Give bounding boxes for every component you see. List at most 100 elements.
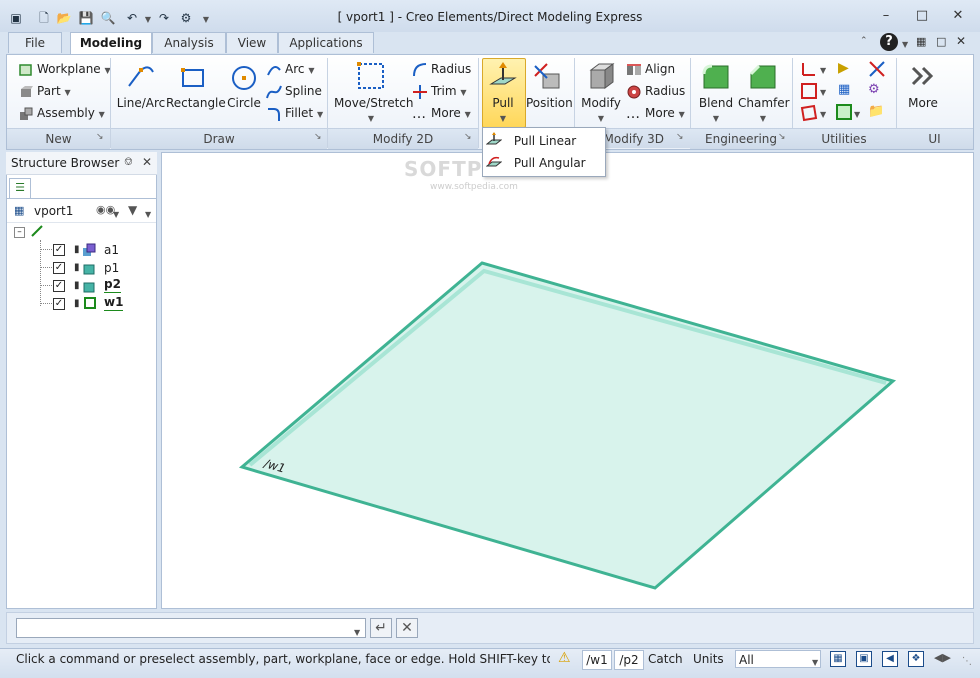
maximize-doc-icon[interactable]: □ [936, 35, 946, 48]
help-dropdown-icon[interactable]: ▼ [902, 36, 908, 50]
tree-item-a1[interactable]: ✓ ▮ a1 [40, 241, 150, 259]
position-button[interactable]: Position [526, 60, 573, 110]
restore-doc-icon[interactable]: ▦ [916, 35, 926, 48]
workplane-button[interactable]: Workplane ▼ [18, 59, 111, 79]
ribbon-collapse-icon[interactable]: ⌃ [860, 36, 868, 46]
resize-grip-icon[interactable]: ⋱ [962, 656, 972, 667]
line-arc-button[interactable]: Line/Arc [116, 60, 166, 110]
fillet-icon [266, 106, 282, 122]
tree-collapse-icon[interactable]: – [14, 227, 25, 238]
command-enter-button[interactable]: ↵ [370, 618, 392, 638]
visibility-checkbox[interactable]: ✓ [53, 280, 65, 292]
tab-view[interactable]: View [226, 32, 278, 53]
minimize-button[interactable]: – [876, 8, 896, 24]
utility-measure-icon[interactable] [868, 60, 886, 78]
trim-button[interactable]: Trim ▼ [412, 81, 467, 101]
close-doc-icon[interactable]: ✕ [956, 34, 966, 48]
catch-button[interactable]: Catch [648, 650, 683, 668]
more-3d-button[interactable]: … More ▼ [626, 103, 685, 123]
radius-2d-button[interactable]: Radius [412, 59, 471, 79]
active-workplane[interactable]: /w1 [582, 650, 612, 670]
command-history-dropdown-icon[interactable]: ▼ [354, 624, 360, 638]
utility-point-dropdown-icon[interactable]: ▼ [820, 62, 826, 76]
new-launcher-icon[interactable]: ↘ [96, 132, 104, 142]
utility-face-dropdown-icon[interactable]: ▼ [820, 106, 826, 120]
pull-button[interactable]: Pull ▼ [482, 60, 524, 124]
move-stretch-button[interactable]: Move/Stretch ▼ [334, 60, 414, 124]
menu-item-pull-linear[interactable]: Pull Linear [485, 130, 600, 152]
tab-applications[interactable]: Applications [278, 32, 374, 53]
blend-button[interactable]: Blend ▼ [696, 60, 736, 124]
engineering-launcher-icon[interactable]: ↘ [778, 132, 786, 142]
radius-3d-button[interactable]: Radius [626, 81, 685, 101]
utility-workplane-dropdown-icon[interactable]: ▼ [854, 106, 860, 120]
rectangle-button[interactable]: Rectangle [166, 60, 226, 110]
pin-icon[interactable]: ⎊ [124, 155, 133, 169]
units-button[interactable]: Units [693, 650, 724, 668]
active-part[interactable]: /p2 [614, 650, 644, 670]
utility-settings-icon[interactable]: ⚙ [868, 82, 886, 100]
graphics-viewport[interactable]: /w1 [161, 152, 974, 609]
tab-file[interactable]: File [8, 32, 62, 53]
spline-button[interactable]: Spline [266, 81, 322, 101]
modify-3d-launcher-icon[interactable]: ↘ [676, 132, 684, 142]
group-label-utilities: Utilities [792, 128, 896, 149]
menu-item-pull-angular[interactable]: Pull Angular [485, 152, 600, 174]
modify-2d-launcher-icon[interactable]: ↘ [464, 132, 472, 142]
filter-icon[interactable]: ▼ [128, 203, 137, 217]
utility-folder-icon[interactable]: 📁 [868, 104, 886, 122]
visibility-checkbox[interactable]: ✓ [53, 298, 65, 310]
utility-select-icon[interactable]: ▶ [838, 60, 856, 78]
visibility-checkbox[interactable]: ✓ [53, 262, 65, 274]
tree-item-p2[interactable]: ✓ ▮ p2 [40, 277, 150, 295]
view-back-icon[interactable]: ◀ [882, 651, 898, 667]
structure-tree-tab-icon[interactable]: ☰ [9, 178, 31, 198]
command-input[interactable] [16, 618, 366, 638]
utility-layout-dropdown-icon[interactable]: ▼ [820, 84, 826, 98]
utility-point-icon[interactable] [800, 60, 818, 78]
move-stretch-icon [357, 62, 384, 89]
warning-icon[interactable]: ⚠ [558, 650, 571, 666]
circle-button[interactable]: Circle [224, 60, 264, 110]
command-cancel-button[interactable]: ✕ [396, 618, 418, 638]
modify-3d-icon [589, 63, 615, 89]
part-button[interactable]: Part ▼ [18, 81, 71, 101]
tab-analysis[interactable]: Analysis [152, 32, 226, 53]
utility-face-icon[interactable] [800, 104, 818, 122]
maximize-button[interactable]: □ [912, 8, 932, 24]
chamfer-button[interactable]: Chamfer ▼ [738, 60, 790, 124]
utility-workplane-icon[interactable] [836, 104, 852, 120]
viewport-name[interactable]: vport1 [34, 204, 73, 218]
lock-icon: ▮ [74, 244, 80, 255]
ui-more-button[interactable]: More [900, 60, 946, 110]
arc-button[interactable]: Arc ▼ [266, 59, 314, 79]
utility-grid-icon[interactable]: ▦ [838, 82, 856, 100]
status-message: Click a command or preselect assembly, p… [16, 652, 550, 666]
more-dots-icon: … [412, 105, 426, 122]
selection-filter-select[interactable]: All [735, 650, 821, 668]
view-single-icon[interactable]: ▦ [830, 651, 846, 667]
filter-dropdown-icon[interactable]: ▼ [812, 654, 818, 668]
fillet-button[interactable]: Fillet ▼ [266, 103, 323, 123]
view-fit-icon[interactable]: ▣ [856, 651, 872, 667]
assembly-button[interactable]: Assembly ▼ [18, 103, 105, 123]
align-button[interactable]: Align [626, 59, 675, 79]
filter-dropdown-icon[interactable]: ▼ [145, 206, 151, 220]
view-nav-arrows-icon[interactable]: ◀▶ [934, 651, 951, 664]
draw-launcher-icon[interactable]: ↘ [314, 132, 322, 142]
close-button[interactable]: ✕ [948, 8, 968, 24]
radius-3d-icon [626, 84, 642, 100]
more-2d-button[interactable]: … More ▼ [412, 103, 471, 123]
tree-item-p1[interactable]: ✓ ▮ p1 [40, 259, 150, 277]
tree-item-w1[interactable]: ✓ ▮ w1 [40, 295, 150, 313]
watermark-url: www.softpedia.com [430, 182, 518, 192]
modify-3d-button[interactable]: Modify ▼ [578, 60, 624, 124]
visibility-checkbox[interactable]: ✓ [53, 244, 65, 256]
close-panel-icon[interactable]: ✕ [142, 155, 152, 169]
find-dropdown-icon[interactable]: ▼ [113, 206, 119, 220]
view-rotate-icon[interactable]: ❖ [908, 651, 924, 667]
lock-icon: ▮ [74, 280, 80, 291]
tab-modeling[interactable]: Modeling [70, 32, 152, 55]
help-icon[interactable]: ? [880, 33, 898, 51]
utility-layout-icon[interactable] [800, 82, 818, 100]
